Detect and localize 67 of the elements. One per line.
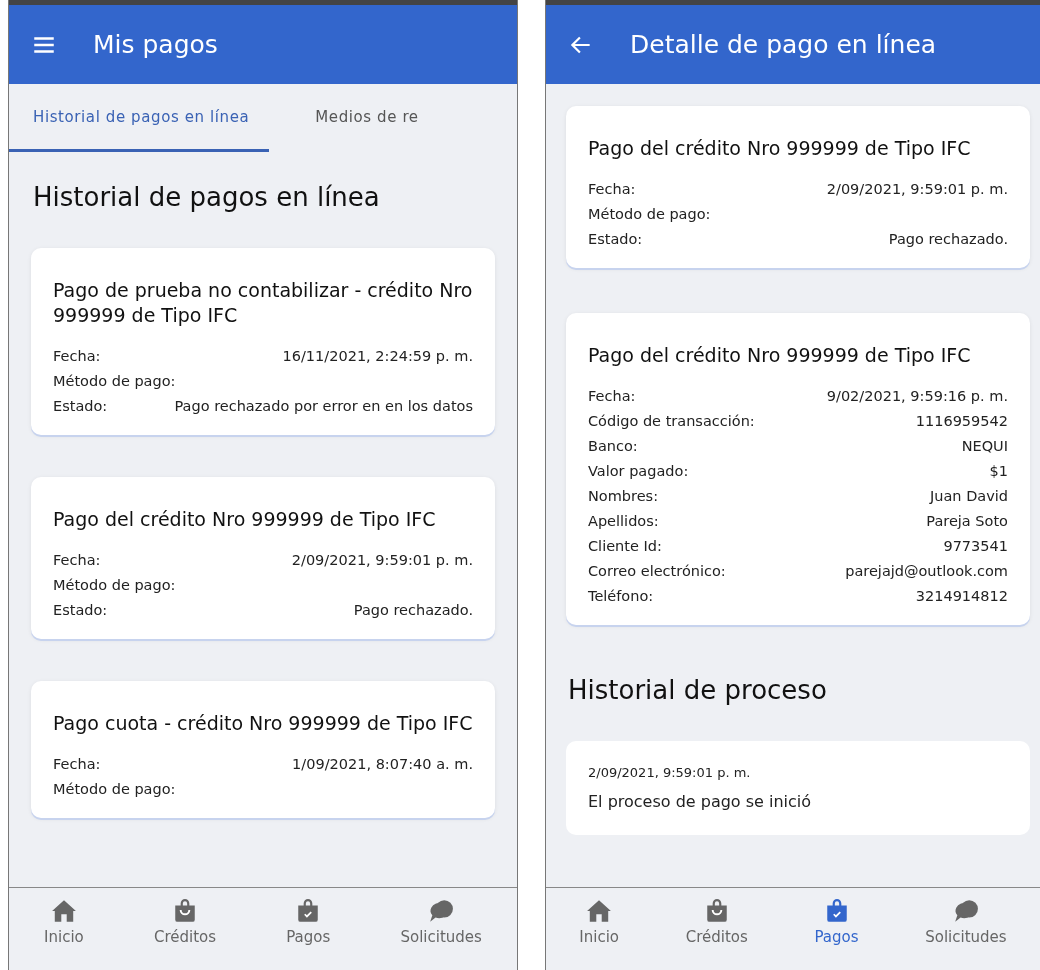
field-label: Fecha: [53, 755, 101, 774]
payment-card[interactable]: Pago del crédito Nro 999999 de Tipo IFC Fecha: 2/09/2021, 9:59:01 p. m. Método de pago: Estado: Pago rechazado. [31, 477, 495, 639]
nav-item[interactable]: Pagos [280, 888, 337, 970]
field-label: Fecha: [53, 347, 101, 366]
card-title: Pago cuota - crédito Nro 999999 de Tipo IFC [53, 711, 473, 736]
field-label: Estado: [588, 230, 643, 249]
card-title: Pago del crédito Nro 999999 de Tipo IFC [588, 343, 972, 368]
field-label: Fecha: [588, 387, 636, 406]
field-value: parejajd@outlook.com [845, 562, 1008, 581]
nav-item[interactable]: Pagos [808, 888, 865, 970]
field-label: Fecha: [588, 180, 636, 199]
nav-item[interactable]: Inicio [573, 888, 626, 970]
card-title: Pago del crédito Nro 999999 de Tipo IFC [53, 507, 437, 532]
field-value: 9773541 [943, 537, 1008, 556]
field-label: Código de transacción: [588, 412, 755, 431]
chat-bubbles-icon [952, 898, 979, 924]
field-label: Cliente Id: [588, 537, 662, 556]
card-title: Pago del crédito Nro 999999 de Tipo IFC [588, 136, 972, 161]
field-label: Correo electrónico: [588, 562, 726, 581]
field-value: 2/09/2021, 9:59:01 p. m. [291, 551, 473, 570]
field-label: Método de pago: [53, 576, 176, 595]
field-label: Banco: [588, 437, 638, 456]
field-label: Apellidos: [588, 512, 659, 531]
bag-icon [172, 898, 198, 924]
field-value: Pago rechazado por error en en los datos [174, 397, 473, 416]
field-label: Método de pago: [588, 205, 711, 224]
house-icon [50, 898, 77, 924]
screen-title: Mis pagos [93, 30, 218, 59]
tab[interactable]: Medios de re [291, 84, 419, 152]
field-value: $1 [989, 462, 1008, 481]
nav-item[interactable]: Solicitudes [394, 888, 488, 970]
nav-item[interactable]: Créditos [147, 888, 223, 970]
field-value: 9/02/2021, 9:59:16 p. m. [826, 387, 1008, 406]
payment-card[interactable]: Pago del crédito Nro 999999 de Tipo IFC Fecha: 2/09/2021, 9:59:01 p. m. Método de pago: Estado: Pago rechazado. [566, 106, 1030, 268]
field-value: 2/09/2021, 9:59:01 p. m. [826, 180, 1008, 199]
nav-item[interactable]: Créditos [679, 888, 754, 970]
process-text: El proceso de pago se inició [588, 792, 813, 811]
payment-card[interactable]: Pago cuota - crédito Nro 999999 de Tipo IFC Fecha: 1/09/2021, 8:07:40 a. m. Método de pago: [31, 681, 495, 818]
field-value: 3214914812 [915, 587, 1008, 606]
section-heading: Historial de pagos en línea [33, 182, 381, 212]
field-label: Fecha: [53, 551, 101, 570]
section-heading: Historial de proceso [568, 675, 828, 705]
nav-item[interactable]: Solicitudes [919, 888, 1013, 970]
field-value: NEQUI [961, 437, 1008, 456]
field-label: Estado: [53, 397, 108, 416]
field-value: Pago rechazado. [888, 230, 1008, 249]
field-label: Teléfono: [588, 587, 654, 606]
field-value: Pareja Soto [926, 512, 1008, 531]
field-label: Nombres: [588, 487, 659, 506]
field-label: Método de pago: [53, 372, 176, 391]
house-icon [586, 898, 613, 924]
field-value: Pago rechazado. [353, 601, 473, 620]
process-time: 2/09/2021, 9:59:01 p. m. [588, 765, 752, 780]
tab[interactable]: Historial de pagos en línea [9, 84, 270, 152]
screen-title: Detalle de pago en línea [630, 30, 937, 59]
field-value: Juan David [930, 487, 1008, 506]
field-value: 1/09/2021, 8:07:40 a. m. [292, 755, 473, 774]
field-label: Estado: [53, 601, 108, 620]
field-value: 1116959542 [915, 412, 1008, 431]
field-label: Método de pago: [53, 780, 176, 799]
nav-item[interactable]: Inicio [38, 888, 90, 970]
payment-card[interactable]: Pago de prueba no contabilizar - crédito Nro 999999 de Tipo IFC Fecha: 16/11/2021, 2:24:59 p. m. Método de pago: Estado: Pago rechazado por error en en los datos [31, 248, 495, 435]
field-value: 16/11/2021, 2:24:59 p. m. [282, 347, 473, 366]
chat-bubbles-icon [428, 898, 455, 924]
field-label: Valor pagado: [588, 462, 689, 481]
payment-card[interactable] [566, 313, 1030, 625]
card-title: Pago de prueba no contabilizar - crédito Nro 999999 de Tipo IFC [53, 278, 473, 328]
